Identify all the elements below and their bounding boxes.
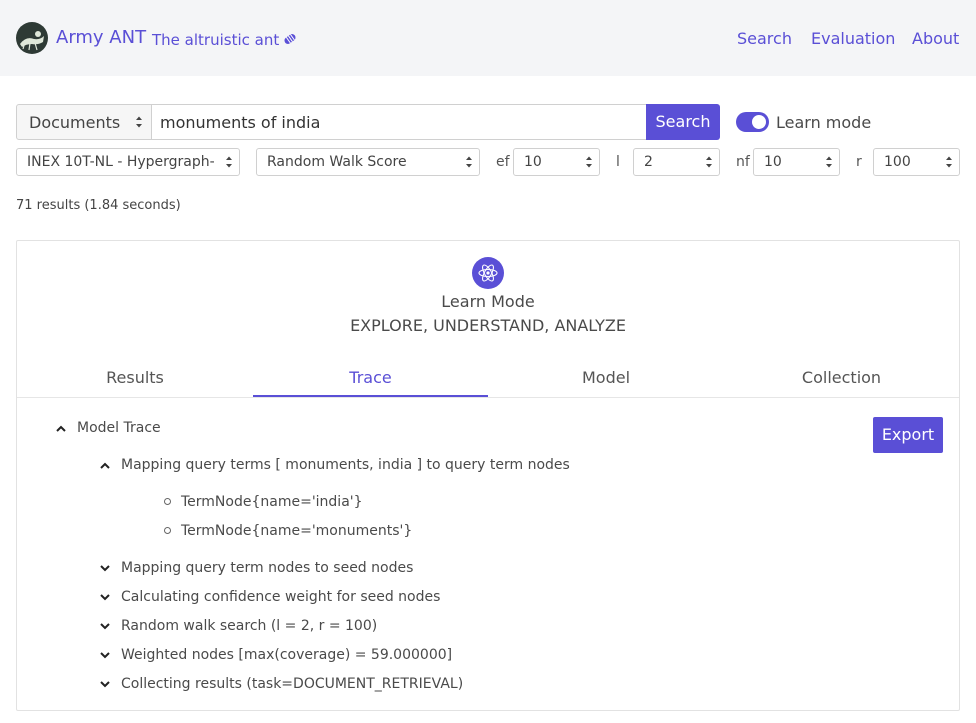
ant-logo-icon[interactable]	[16, 22, 48, 54]
nav-link-evaluation[interactable]: Evaluation	[811, 29, 895, 48]
learn-mode-title: Learn Mode	[441, 292, 535, 311]
search-type-select[interactable]: Documents	[16, 104, 152, 140]
select-arrows-icon	[586, 156, 592, 168]
chevron-down-icon[interactable]	[99, 562, 111, 574]
nav-link-search[interactable]: Search	[737, 29, 792, 48]
select-arrows-icon	[466, 156, 472, 168]
nav-link-about[interactable]: About	[912, 29, 959, 48]
tab-model[interactable]: Model	[488, 368, 724, 397]
select-arrows-icon	[225, 155, 233, 169]
learn-mode-subtitle: EXPLORE, UNDERSTAND, ANALYZE	[350, 316, 626, 335]
l-select-value: 2	[644, 154, 653, 170]
chevron-up-icon[interactable]	[55, 423, 67, 435]
select-arrows-icon	[136, 116, 142, 128]
l-label: l	[616, 154, 620, 170]
search-type-value: Documents	[29, 113, 121, 132]
toggle-knob	[752, 115, 766, 129]
l-select[interactable]: 2	[633, 148, 720, 176]
r-select[interactable]: 100	[873, 148, 960, 176]
trace-step-label: Weighted nodes [max(coverage) = 59.00000…	[121, 647, 453, 663]
search-input[interactable]	[151, 104, 647, 140]
bullet-icon	[164, 527, 171, 534]
index-select-value: INEX 10T-NL - Hypergraph-	[27, 154, 215, 170]
learn-mode-toggle[interactable]	[736, 112, 769, 132]
select-arrows-icon	[826, 156, 832, 168]
trace-step-label: Calculating confidence weight for seed n…	[121, 589, 441, 605]
chevron-up-icon[interactable]	[99, 460, 111, 472]
r-label: r	[856, 154, 862, 170]
chevron-down-icon[interactable]	[99, 591, 111, 603]
chevron-down-icon[interactable]	[99, 649, 111, 661]
r-select-value: 100	[884, 154, 911, 170]
tab-results[interactable]: Results	[17, 368, 253, 397]
ef-select[interactable]: 10	[513, 148, 600, 176]
learn-mode-label: Learn mode	[776, 113, 872, 132]
tab-collection[interactable]: Collection	[724, 368, 959, 397]
nf-select[interactable]: 10	[753, 148, 840, 176]
select-arrows-icon	[706, 156, 712, 168]
bullet-icon	[164, 498, 171, 505]
tabs-divider	[17, 397, 959, 398]
trace-step-label: Mapping query term nodes to seed nodes	[121, 560, 414, 576]
trace-sub-item: TermNode{name='india'}	[181, 494, 363, 510]
navbar: Army ANT The altruistic ant Search Evalu…	[0, 0, 976, 76]
select-arrows-icon	[946, 156, 952, 168]
brand-title[interactable]: Army ANT	[56, 27, 146, 48]
ef-label: ef	[496, 154, 510, 170]
trace-step-label: Collecting results (task=DOCUMENT_RETRIE…	[121, 676, 464, 692]
index-select[interactable]: INEX 10T-NL - Hypergraph-	[16, 148, 240, 176]
ranking-select[interactable]: Random Walk Score	[256, 148, 480, 176]
brand-tagline: The altruistic ant	[152, 31, 280, 49]
trace-root-label: Model Trace	[77, 420, 161, 436]
tab-trace[interactable]: Trace	[253, 368, 488, 397]
trace-step-label: Mapping query terms [ monuments, india ]…	[121, 457, 570, 473]
trace-sub-item: TermNode{name='monuments'}	[181, 523, 413, 539]
trace-step-label: Random walk search (l = 2, r = 100)	[121, 618, 378, 634]
results-count: 71 results (1.84 seconds)	[16, 198, 181, 213]
ranking-select-value: Random Walk Score	[267, 154, 407, 170]
nf-select-value: 10	[764, 154, 782, 170]
nf-label: nf	[736, 154, 750, 170]
chevron-down-icon[interactable]	[99, 620, 111, 632]
atom-icon	[472, 257, 504, 289]
export-button[interactable]: Export	[873, 417, 943, 453]
tag-icon	[282, 31, 298, 47]
ef-select-value: 10	[524, 154, 542, 170]
chevron-down-icon[interactable]	[99, 678, 111, 690]
search-button[interactable]: Search	[646, 104, 720, 140]
